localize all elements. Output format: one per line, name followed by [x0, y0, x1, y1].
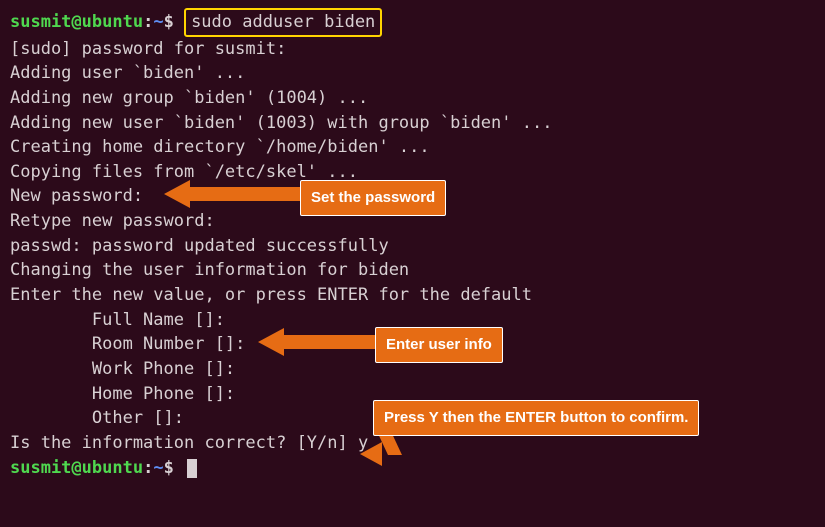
prompt-line-1[interactable]: susmit@ubuntu:~$ sudo adduser biden [10, 8, 815, 37]
output-line: [sudo] password for susmit: [10, 37, 815, 62]
command-text: sudo adduser biden [191, 12, 375, 32]
output-line: Adding user `biden' ... [10, 61, 815, 86]
prompt-userhost: susmit@ubuntu [10, 458, 143, 478]
command-highlight: sudo adduser biden [184, 8, 382, 37]
callout-enter-user-info: Enter user info [375, 327, 503, 363]
output-line: Enter the new value, or press ENTER for … [10, 283, 815, 308]
callout-confirm: Press Y then the ENTER button to confirm… [373, 400, 699, 436]
cursor [187, 459, 197, 478]
prompt-line-2[interactable]: susmit@ubuntu:~$ [10, 456, 815, 481]
prompt-colon: : [143, 12, 153, 32]
output-line: passwd: password updated successfully [10, 234, 815, 259]
prompt-tilde: ~ [153, 12, 163, 32]
prompt-tilde: ~ [153, 458, 163, 478]
output-line: Changing the user information for biden [10, 258, 815, 283]
output-line: Adding new group `biden' (1004) ... [10, 86, 815, 111]
callout-set-password: Set the password [300, 180, 446, 216]
prompt-dollar: $ [164, 12, 174, 32]
output-line: Adding new user `biden' (1003) with grou… [10, 111, 815, 136]
prompt-userhost: susmit@ubuntu [10, 12, 143, 32]
prompt-colon: : [143, 458, 153, 478]
output-line: Creating home directory `/home/biden' ..… [10, 135, 815, 160]
prompt-dollar: $ [164, 458, 174, 478]
